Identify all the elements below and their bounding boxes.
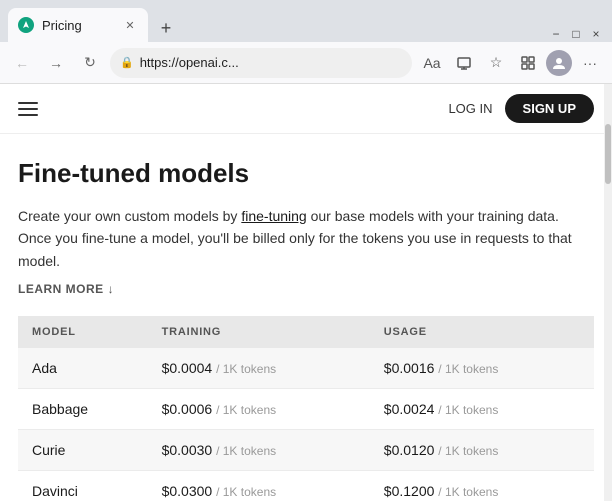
site-header: LOG IN SIGN UP <box>0 84 612 134</box>
new-tab-button[interactable]: + <box>152 14 180 42</box>
toolbar-right: Aa ☆ ··· <box>418 49 604 77</box>
page-title: Fine-tuned models <box>18 158 594 189</box>
usage-price: $0.0016 <box>384 360 435 376</box>
tab-bar: Pricing ✕ + − □ × <box>0 0 612 42</box>
forward-button[interactable]: → <box>42 49 70 77</box>
close-button[interactable]: × <box>588 26 604 42</box>
hamburger-line-2 <box>18 108 38 110</box>
more-options-button[interactable]: ··· <box>576 49 604 77</box>
training-unit: / 1K tokens <box>216 362 276 376</box>
hamburger-line-1 <box>18 102 38 104</box>
usage-unit: / 1K tokens <box>438 362 498 376</box>
log-in-button[interactable]: LOG IN <box>448 101 492 116</box>
down-arrow-icon: ↓ <box>108 282 115 296</box>
cell-model: Babbage <box>18 389 150 430</box>
toolbar: ← → ↻ 🔒 https://openai.c... Aa ☆ ··· <box>0 42 612 84</box>
learn-more-label: LEARN MORE <box>18 282 104 296</box>
page-content: LOG IN SIGN UP Fine-tuned models Create … <box>0 84 612 501</box>
cell-usage: $0.1200 / 1K tokens <box>372 471 594 501</box>
pricing-table: MODEL TRAINING USAGE Ada$0.0004 / 1K tok… <box>18 316 594 501</box>
usage-unit: / 1K tokens <box>438 403 498 417</box>
reader-mode-button[interactable]: Aa <box>418 49 446 77</box>
table-row: Ada$0.0004 / 1K tokens$0.0016 / 1K token… <box>18 348 594 389</box>
cell-training: $0.0300 / 1K tokens <box>150 471 372 501</box>
description-text: Create your own custom models by fine-tu… <box>18 205 578 272</box>
training-price: $0.0006 <box>162 401 213 417</box>
scrollbar[interactable] <box>604 84 612 501</box>
training-price: $0.0300 <box>162 483 213 499</box>
cell-usage: $0.0120 / 1K tokens <box>372 430 594 471</box>
training-unit: / 1K tokens <box>216 403 276 417</box>
column-usage: USAGE <box>372 316 594 348</box>
column-model: MODEL <box>18 316 150 348</box>
usage-unit: / 1K tokens <box>438 444 498 458</box>
lock-icon: 🔒 <box>120 56 134 69</box>
cell-usage: $0.0024 / 1K tokens <box>372 389 594 430</box>
cell-usage: $0.0016 / 1K tokens <box>372 348 594 389</box>
url-text: https://openai.c... <box>140 55 402 70</box>
table-row: Davinci$0.0300 / 1K tokens$0.1200 / 1K t… <box>18 471 594 501</box>
window-controls: − □ × <box>548 26 612 42</box>
profile-button[interactable] <box>546 50 572 76</box>
hamburger-menu[interactable] <box>18 102 38 116</box>
favorites-button[interactable]: ☆ <box>482 49 510 77</box>
cell-model: Davinci <box>18 471 150 501</box>
training-unit: / 1K tokens <box>216 444 276 458</box>
address-bar[interactable]: 🔒 https://openai.c... <box>110 48 412 78</box>
table-row: Babbage$0.0006 / 1K tokens$0.0024 / 1K t… <box>18 389 594 430</box>
cell-training: $0.0004 / 1K tokens <box>150 348 372 389</box>
cell-training: $0.0030 / 1K tokens <box>150 430 372 471</box>
maximize-button[interactable]: □ <box>568 26 584 42</box>
header-actions: LOG IN SIGN UP <box>448 94 594 123</box>
usage-price: $0.1200 <box>384 483 435 499</box>
tab-favicon <box>18 17 34 33</box>
scrollbar-thumb <box>605 124 611 184</box>
training-unit: / 1K tokens <box>216 485 276 499</box>
collections-button[interactable] <box>514 49 542 77</box>
main-content: Fine-tuned models Create your own custom… <box>0 134 612 501</box>
cell-model: Ada <box>18 348 150 389</box>
training-price: $0.0004 <box>162 360 213 376</box>
cell-model: Curie <box>18 430 150 471</box>
training-price: $0.0030 <box>162 442 213 458</box>
browser-window: Pricing ✕ + − □ × ← → ↻ 🔒 https://openai… <box>0 0 612 501</box>
sign-up-button[interactable]: SIGN UP <box>505 94 594 123</box>
cell-training: $0.0006 / 1K tokens <box>150 389 372 430</box>
usage-price: $0.0120 <box>384 442 435 458</box>
usage-unit: / 1K tokens <box>438 485 498 499</box>
minimize-button[interactable]: − <box>548 26 564 42</box>
learn-more-link[interactable]: LEARN MORE ↓ <box>18 282 594 296</box>
hamburger-line-3 <box>18 114 38 116</box>
reload-button[interactable]: ↻ <box>76 49 104 77</box>
tab-title: Pricing <box>42 18 114 33</box>
table-header-row: MODEL TRAINING USAGE <box>18 316 594 348</box>
usage-price: $0.0024 <box>384 401 435 417</box>
back-button[interactable]: ← <box>8 49 36 77</box>
tab-close-button[interactable]: ✕ <box>122 17 138 33</box>
active-tab[interactable]: Pricing ✕ <box>8 8 148 42</box>
table-row: Curie$0.0030 / 1K tokens$0.0120 / 1K tok… <box>18 430 594 471</box>
screen-share-button[interactable] <box>450 49 478 77</box>
column-training: TRAINING <box>150 316 372 348</box>
fine-tuning-link[interactable]: fine-tuning <box>241 208 306 224</box>
